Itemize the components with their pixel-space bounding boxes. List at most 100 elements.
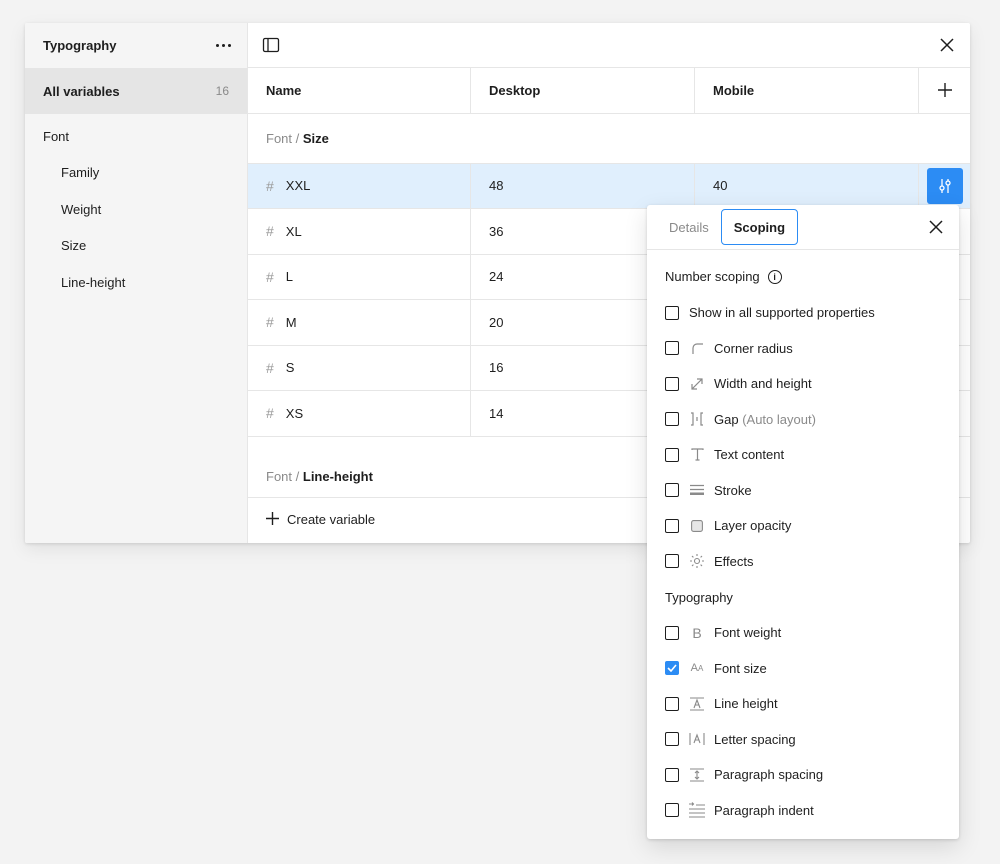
- scope-option-width-height[interactable]: Width and height: [665, 366, 941, 402]
- sidebar-item-weight[interactable]: Weight: [25, 191, 247, 228]
- checkbox[interactable]: [665, 412, 679, 427]
- checkbox[interactable]: [665, 447, 679, 462]
- text-icon: [689, 447, 705, 463]
- sidebar-item-all-variables[interactable]: All variables 16: [25, 68, 247, 114]
- plus-icon: [266, 510, 279, 528]
- group-name: Line-height: [302, 469, 373, 484]
- variable-name: XL: [285, 223, 302, 239]
- all-variables-label: All variables: [43, 83, 120, 99]
- font-size-icon: AA: [690, 662, 704, 675]
- column-header-mobile[interactable]: Mobile: [695, 68, 919, 113]
- option-label: Width and height: [714, 376, 812, 392]
- scope-option-gap[interactable]: Gap (Auto layout): [665, 402, 941, 438]
- typography-heading: Typography: [665, 579, 941, 615]
- section-title: Number scoping: [665, 269, 760, 284]
- group-name: Size: [302, 130, 329, 146]
- sidebar-item-line-height[interactable]: Line-height: [25, 264, 247, 301]
- scope-option-effects[interactable]: Effects: [665, 544, 941, 580]
- variable-name-cell[interactable]: # M: [248, 300, 471, 345]
- tab-scoping[interactable]: Scoping: [720, 209, 799, 245]
- scope-option-corner-radius[interactable]: Corner radius: [665, 331, 941, 367]
- option-label: Corner radius: [714, 340, 793, 356]
- checkbox[interactable]: [665, 518, 679, 533]
- opacity-icon: [689, 518, 705, 534]
- checkbox[interactable]: [665, 696, 679, 711]
- checkbox[interactable]: [665, 767, 679, 782]
- effects-icon: [689, 553, 705, 569]
- scope-option-font-size[interactable]: AA Font size: [665, 651, 941, 687]
- sidebar-item-family[interactable]: Family: [25, 155, 247, 192]
- option-label: Show in all supported properties: [689, 305, 875, 321]
- checkbox[interactable]: [665, 732, 679, 747]
- column-header-desktop[interactable]: Desktop: [471, 68, 695, 113]
- variable-name-cell[interactable]: # S: [248, 345, 471, 390]
- variable-name: XXL: [285, 178, 311, 194]
- more-options-icon[interactable]: [212, 40, 235, 51]
- variable-name-cell[interactable]: # L: [248, 254, 471, 299]
- option-label: Gap: [714, 411, 739, 427]
- scope-option-paragraph-indent[interactable]: Paragraph indent: [665, 793, 941, 829]
- number-variable-icon: #: [266, 223, 274, 240]
- option-label: Stroke: [714, 482, 752, 498]
- table-header-row: Name Desktop Mobile: [248, 68, 970, 114]
- checkbox[interactable]: [665, 483, 679, 498]
- plus-icon: [937, 83, 952, 98]
- tab-details[interactable]: Details: [657, 209, 721, 245]
- variable-name-cell[interactable]: # XL: [248, 209, 471, 254]
- scope-option-font-weight[interactable]: B Font weight: [665, 615, 941, 651]
- variable-name: XS: [285, 405, 304, 421]
- checkbox[interactable]: [665, 803, 679, 818]
- popover-header: Details Scoping: [647, 205, 959, 250]
- mobile-value-cell[interactable]: 40: [695, 163, 919, 208]
- option-suffix: (Auto layout): [742, 411, 816, 427]
- option-label: Text content: [714, 447, 785, 463]
- scope-option-text-content[interactable]: Text content: [665, 437, 941, 473]
- option-label: Effects: [714, 553, 754, 569]
- info-icon[interactable]: i: [767, 269, 782, 284]
- collection-title: Typography: [43, 38, 117, 53]
- add-mode-button[interactable]: [919, 68, 970, 113]
- line-height-icon: [689, 696, 705, 712]
- gap-icon: [689, 411, 705, 427]
- edit-variable-popover: Details Scoping Number scoping i Show in…: [647, 205, 959, 839]
- scope-option-paragraph-spacing[interactable]: Paragraph spacing: [665, 757, 941, 793]
- variable-name-cell[interactable]: # XXL: [248, 163, 471, 208]
- number-variable-icon: #: [266, 177, 274, 194]
- scope-option-stroke[interactable]: Stroke: [665, 473, 941, 509]
- checkbox[interactable]: [665, 305, 679, 320]
- checkbox[interactable]: [665, 554, 679, 569]
- checkbox[interactable]: [665, 376, 679, 391]
- column-header-name: Name: [248, 68, 471, 113]
- close-icon[interactable]: [938, 36, 956, 54]
- scope-option-layer-opacity[interactable]: Layer opacity: [665, 508, 941, 544]
- letter-spacing-icon: [689, 731, 705, 747]
- font-weight-icon: B: [692, 624, 702, 641]
- variable-name-cell[interactable]: # XS: [248, 391, 471, 436]
- scope-option-all[interactable]: Show in all supported properties: [665, 295, 941, 331]
- option-label: Layer opacity: [714, 518, 792, 534]
- option-label: Font weight: [714, 625, 782, 641]
- paragraph-indent-icon: [689, 802, 705, 818]
- option-label: Paragraph indent: [714, 802, 814, 818]
- option-label: Line height: [714, 696, 778, 712]
- checkbox[interactable]: [665, 625, 679, 640]
- section-title: Typography: [665, 589, 733, 605]
- scope-option-line-height[interactable]: Line height: [665, 686, 941, 722]
- number-variable-icon: #: [266, 405, 274, 422]
- sidebar-item-font[interactable]: Font: [25, 118, 247, 155]
- table-row[interactable]: # XXL 48 40: [248, 163, 970, 209]
- edit-variable-button[interactable]: [926, 167, 963, 204]
- all-variables-count: 16: [215, 84, 229, 98]
- desktop-value-cell[interactable]: 48: [471, 163, 695, 208]
- toolbar: [248, 23, 970, 68]
- option-label: Paragraph spacing: [714, 767, 824, 783]
- variable-name: S: [285, 360, 295, 376]
- sidebar-toggle-icon[interactable]: [262, 36, 280, 54]
- group-prefix: Font /: [266, 469, 300, 484]
- sidebar-item-size[interactable]: Size: [25, 228, 247, 265]
- number-scoping-heading: Number scoping i: [665, 258, 941, 295]
- scope-option-letter-spacing[interactable]: Letter spacing: [665, 722, 941, 758]
- close-icon[interactable]: [927, 218, 945, 236]
- checkbox-checked[interactable]: [665, 661, 679, 676]
- checkbox[interactable]: [665, 341, 679, 356]
